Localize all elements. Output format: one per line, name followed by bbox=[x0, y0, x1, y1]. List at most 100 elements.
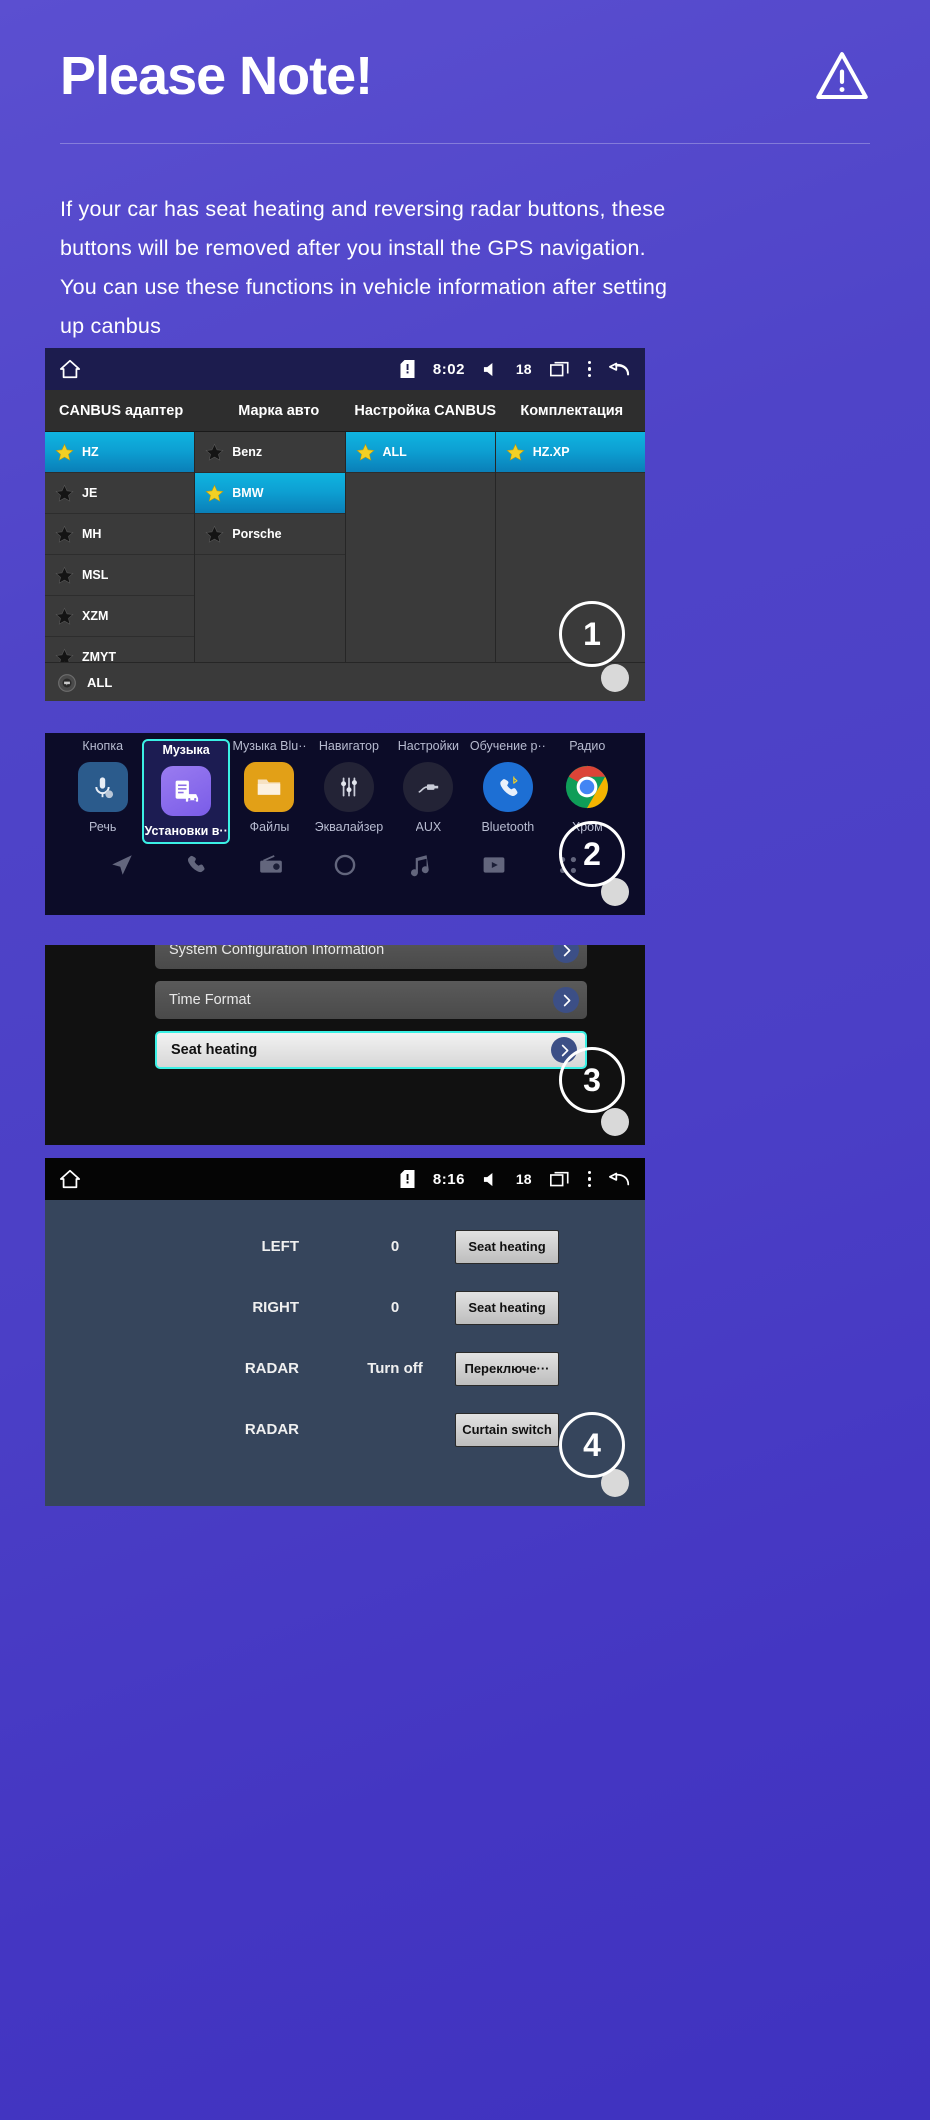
list-item[interactable]: Benz bbox=[195, 432, 345, 473]
launcher-dock bbox=[45, 844, 645, 878]
header-row: Please Note! bbox=[60, 48, 870, 105]
recents-icon[interactable] bbox=[549, 360, 570, 378]
list-item[interactable]: MH bbox=[45, 514, 195, 555]
tab-trim-level[interactable]: Комплектация bbox=[499, 390, 646, 431]
chevron-right-icon[interactable] bbox=[553, 987, 579, 1013]
phone-icon[interactable] bbox=[183, 852, 209, 878]
back-icon[interactable] bbox=[609, 361, 631, 377]
canbus-columns: HZ JE MH MSL XZM ZMYT Benz BMW Porsche A… bbox=[45, 432, 645, 662]
app-tile-knopka[interactable]: Кнопка Речь bbox=[63, 739, 142, 844]
app-tile-aux[interactable]: Настройки AUX bbox=[389, 739, 468, 844]
app-label: Обучение р·· bbox=[469, 739, 546, 753]
home-pill-button[interactable] bbox=[601, 664, 629, 692]
home-pill-button[interactable] bbox=[601, 1108, 629, 1136]
list-item[interactable]: Porsche bbox=[195, 514, 345, 555]
column-canbus-settings: ALL bbox=[345, 432, 496, 662]
row-value: 0 bbox=[390, 1299, 400, 1316]
tab-canbus-settings[interactable]: Настройка CANBUS bbox=[352, 390, 499, 431]
table-row: RIGHT 0 Seat heating bbox=[45, 1277, 645, 1338]
star-icon bbox=[55, 566, 74, 584]
table-row: RADAR Curtain switch bbox=[45, 1399, 645, 1460]
status-bar-right: 8:02 18 bbox=[400, 360, 631, 378]
status-bar-clock: 8:16 bbox=[432, 1170, 465, 1188]
back-icon[interactable] bbox=[609, 1171, 631, 1187]
status-bar-left bbox=[59, 1168, 81, 1190]
app-label: Установки в·· bbox=[144, 824, 228, 838]
row-label: RIGHT bbox=[252, 1299, 299, 1316]
seat-heating-right-button[interactable]: Seat heating bbox=[455, 1290, 559, 1325]
app-tile-files[interactable]: Музыка Blu·· Файлы bbox=[230, 739, 309, 844]
chrome-icon bbox=[562, 762, 612, 812]
app-label: Настройки bbox=[397, 739, 460, 753]
overflow-menu-icon[interactable] bbox=[587, 1170, 591, 1188]
list-item[interactable]: HZ bbox=[45, 432, 195, 473]
home-icon[interactable] bbox=[59, 1168, 81, 1190]
step-marker-2: 2 bbox=[559, 821, 625, 887]
vehicle-info-table: LEFT 0 Seat heating RIGHT 0 Seat heating… bbox=[45, 1200, 645, 1460]
sd-card-warning-icon bbox=[400, 360, 415, 378]
equalizer-icon bbox=[323, 762, 374, 812]
row-label: LEFT bbox=[261, 1238, 300, 1255]
android-status-bar: 8:02 18 bbox=[45, 348, 645, 390]
radio-icon[interactable] bbox=[258, 852, 284, 878]
canbus-bottom-bar: ALL bbox=[45, 662, 645, 701]
app-label: Bluetooth bbox=[481, 820, 535, 834]
star-icon bbox=[55, 607, 74, 625]
recents-icon[interactable] bbox=[549, 1170, 570, 1188]
row-value: 0 bbox=[390, 1238, 400, 1255]
setting-row-label: Seat heating bbox=[171, 1042, 258, 1058]
list-item[interactable]: MSL bbox=[45, 555, 195, 596]
header-divider bbox=[60, 142, 870, 144]
list-item-label: Porsche bbox=[232, 527, 282, 541]
chevron-right-icon[interactable] bbox=[553, 945, 579, 963]
globe-language-icon[interactable] bbox=[57, 673, 77, 693]
list-item[interactable]: JE bbox=[45, 473, 195, 514]
vehicle-info-screenshot-panel: 8:16 18 LEFT 0 Seat heating RIGHT 0 Seat… bbox=[45, 1158, 645, 1506]
circle-icon[interactable] bbox=[332, 852, 358, 878]
app-label: Навигатор bbox=[318, 739, 379, 753]
warning-triangle-icon bbox=[816, 52, 868, 100]
radar-switch-button[interactable]: Переключе··· bbox=[455, 1351, 559, 1386]
list-item[interactable]: XZM bbox=[45, 596, 195, 637]
app-tile-bluetooth[interactable]: Обучение р·· Bluetooth bbox=[468, 739, 547, 844]
seat-heating-left-button[interactable]: Seat heating bbox=[455, 1229, 559, 1264]
app-tile-equalizer[interactable]: Навигатор Эквалайзер bbox=[309, 739, 388, 844]
column-brands: Benz BMW Porsche bbox=[195, 432, 346, 662]
tab-canbus-adapter[interactable]: CANBUS адаптер bbox=[45, 390, 206, 431]
setting-row-label: Time Format bbox=[169, 992, 251, 1008]
star-icon bbox=[55, 443, 74, 461]
speaker-icon bbox=[483, 362, 493, 376]
canbus-tab-bar: CANBUS адаптер Марка авто Настройка CANB… bbox=[45, 390, 645, 432]
app-label: Музыка Blu·· bbox=[232, 739, 307, 753]
app-label: Эквалайзер bbox=[314, 820, 384, 834]
list-item[interactable]: ZMYT bbox=[45, 637, 195, 662]
overflow-menu-icon[interactable] bbox=[587, 360, 591, 378]
home-icon[interactable] bbox=[59, 358, 81, 380]
launcher-grid: Кнопка Речь Музыка Установки в·· Музыка … bbox=[45, 733, 645, 915]
setting-row-seat-heating[interactable]: Seat heating bbox=[155, 1031, 587, 1069]
app-label: Речь bbox=[89, 820, 117, 834]
tab-car-brand[interactable]: Марка авто bbox=[206, 390, 353, 431]
curtain-switch-button[interactable]: Curtain switch bbox=[455, 1412, 559, 1447]
settings-screenshot-panel: System Configuration Information Time Fo… bbox=[45, 945, 645, 1145]
status-bar-right: 8:16 18 bbox=[400, 1170, 631, 1188]
music-note-icon[interactable] bbox=[406, 852, 432, 878]
setting-row-system-config[interactable]: System Configuration Information bbox=[155, 945, 587, 969]
launcher-screenshot-panel: Кнопка Речь Музыка Установки в·· Музыка … bbox=[45, 733, 645, 915]
canbus-screenshot-panel: 8:02 18 CANBUS адаптер Марка авто Настро… bbox=[45, 348, 645, 701]
app-row: Кнопка Речь Музыка Установки в·· Музыка … bbox=[45, 733, 645, 844]
video-play-icon[interactable] bbox=[481, 852, 507, 878]
star-icon bbox=[205, 484, 224, 502]
list-item[interactable]: ALL bbox=[345, 432, 495, 473]
car-settings-icon bbox=[161, 766, 212, 816]
table-row: RADAR Turn off Переключе··· bbox=[45, 1338, 645, 1399]
navigation-arrow-icon[interactable] bbox=[109, 852, 135, 878]
folder-icon bbox=[244, 762, 295, 812]
app-tile-vehicle-settings[interactable]: Музыка Установки в·· bbox=[142, 739, 230, 844]
app-label: Файлы bbox=[249, 820, 290, 834]
setting-row-time-format[interactable]: Time Format bbox=[155, 981, 587, 1019]
list-item[interactable]: BMW bbox=[195, 473, 345, 514]
list-item-label: ALL bbox=[382, 445, 407, 459]
list-item[interactable]: HZ.XP bbox=[495, 432, 645, 473]
note-header: Please Note! If your car has seat heatin… bbox=[0, 0, 930, 346]
